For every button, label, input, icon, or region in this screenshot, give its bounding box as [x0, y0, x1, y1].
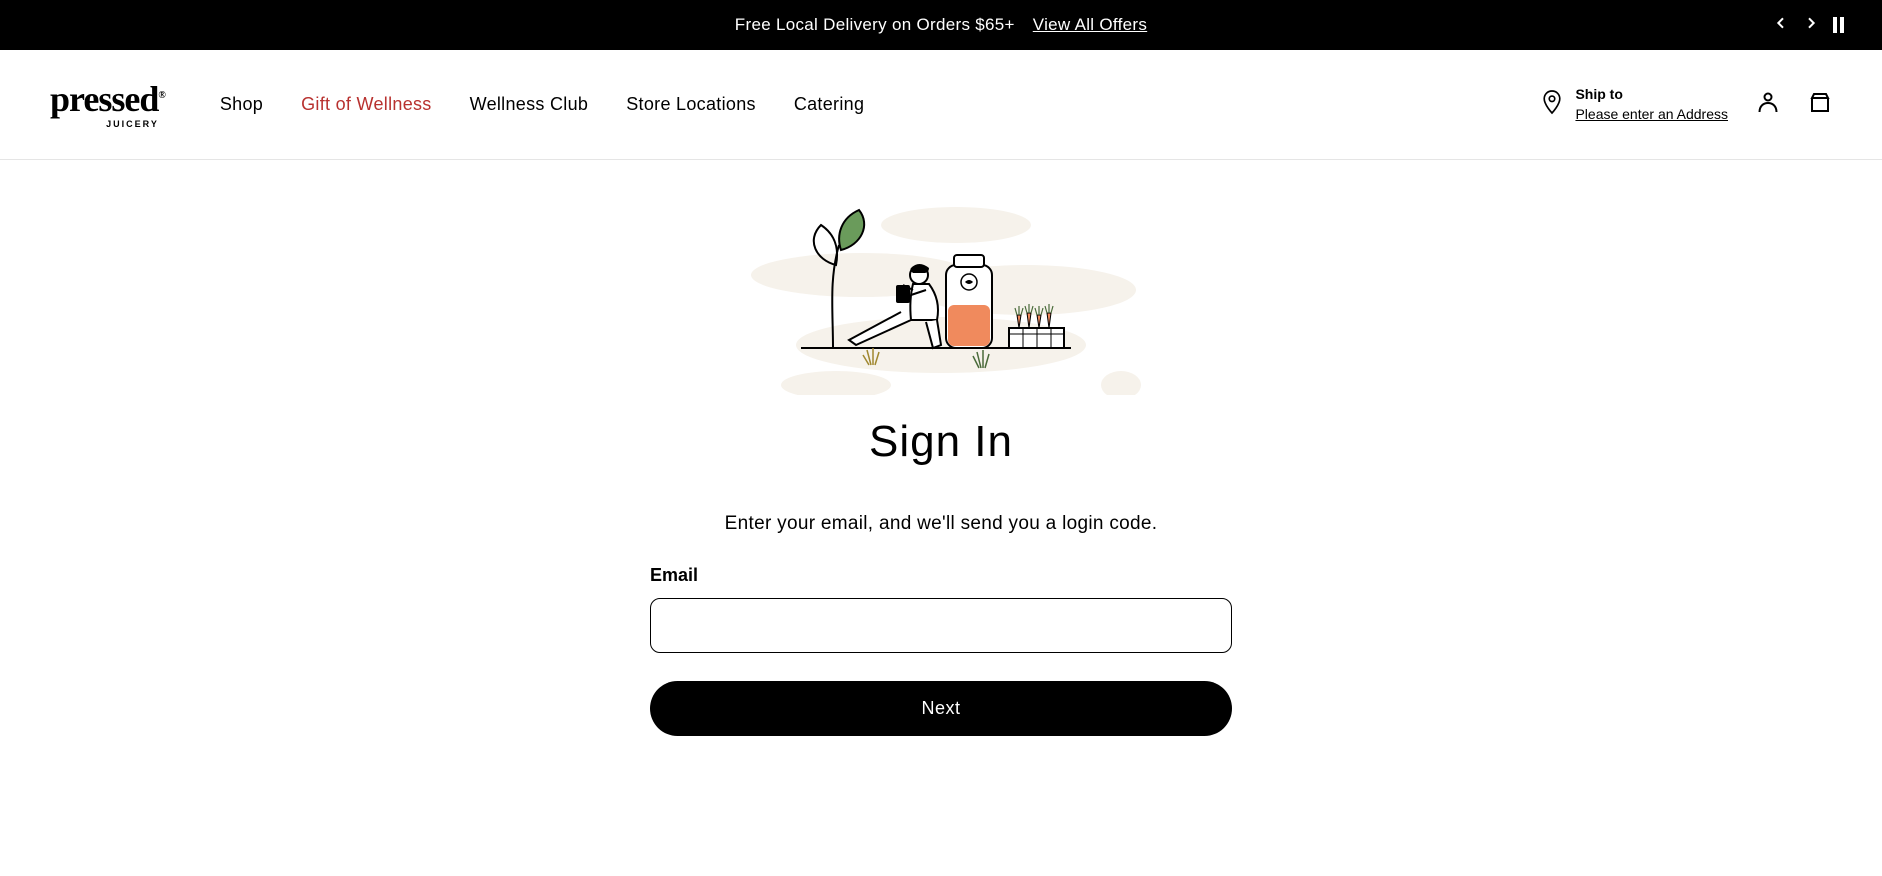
location-pin-icon — [1541, 89, 1563, 120]
signin-illustration — [741, 190, 1141, 395]
shopping-bag-icon[interactable] — [1808, 90, 1832, 119]
signin-title: Sign In — [869, 417, 1013, 467]
ship-to-label: Ship to — [1575, 85, 1728, 105]
ship-to-address: Please enter an Address — [1575, 105, 1728, 125]
signin-main: Sign In Enter your email, and we'll send… — [0, 160, 1882, 736]
nav-catering[interactable]: Catering — [794, 94, 864, 115]
carousel-prev-icon[interactable] — [1773, 15, 1789, 36]
brand-logo-text: pressed — [50, 79, 158, 119]
promo-bar: Free Local Delivery on Orders $65+ View … — [0, 0, 1882, 50]
header-right: Ship to Please enter an Address — [1541, 85, 1832, 124]
ship-to-selector[interactable]: Ship to Please enter an Address — [1541, 85, 1728, 124]
nav-shop[interactable]: Shop — [220, 94, 263, 115]
promo-text: Free Local Delivery on Orders $65+ — [735, 15, 1015, 35]
promo-offers-link[interactable]: View All Offers — [1033, 15, 1147, 35]
ship-to-text: Ship to Please enter an Address — [1575, 85, 1728, 124]
nav-gift-of-wellness[interactable]: Gift of Wellness — [301, 94, 432, 115]
brand-logo[interactable]: pressed® JUICERY — [50, 81, 165, 129]
site-header: pressed® JUICERY Shop Gift of Wellness W… — [0, 50, 1882, 160]
carousel-next-icon[interactable] — [1803, 15, 1819, 36]
account-icon[interactable] — [1756, 90, 1780, 119]
carousel-pause-icon[interactable] — [1833, 17, 1844, 33]
nav-store-locations[interactable]: Store Locations — [626, 94, 756, 115]
next-button[interactable]: Next — [650, 681, 1232, 736]
email-label: Email — [650, 565, 1232, 586]
nav-wellness-club[interactable]: Wellness Club — [470, 94, 589, 115]
signin-subtitle: Enter your email, and we'll send you a l… — [725, 513, 1158, 535]
brand-logo-sub: JUICERY — [106, 119, 159, 129]
promo-controls — [1773, 15, 1844, 36]
main-nav: Shop Gift of Wellness Wellness Club Stor… — [220, 94, 864, 115]
signin-form: Email Next — [650, 565, 1232, 736]
email-input[interactable] — [650, 598, 1232, 653]
